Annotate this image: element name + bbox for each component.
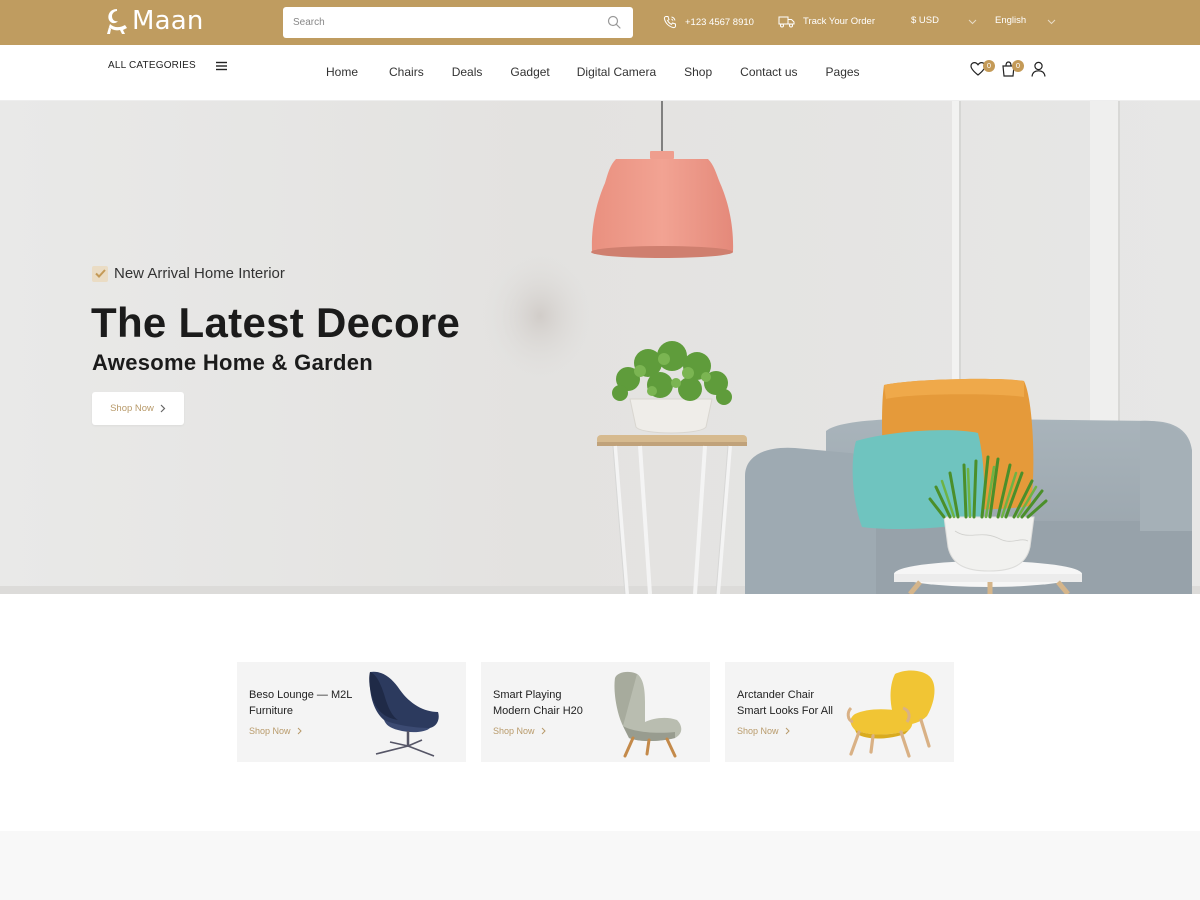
hero-image — [0, 101, 1200, 594]
promo-card[interactable]: Arctander Chair Smart Looks For All Shop… — [725, 662, 954, 762]
search-box — [283, 7, 633, 38]
brand-logo[interactable]: Maan — [104, 6, 204, 36]
nav-item-contact[interactable]: Contact us — [740, 65, 797, 79]
hero-banner: New Arrival Home Interior The Latest Dec… — [0, 101, 1200, 594]
nav-item-digital-camera[interactable]: Digital Camera — [577, 65, 656, 79]
cart-count-badge: 0 — [1012, 60, 1024, 72]
menu-icon[interactable] — [216, 61, 227, 71]
main-nav: ALL CATEGORIES Home Chairs Deals Gadget … — [0, 45, 1200, 101]
nav-item-gadget[interactable]: Gadget — [510, 65, 549, 79]
chevron-down-icon[interactable] — [1047, 19, 1056, 25]
hero-subtitle: Awesome Home & Garden — [92, 350, 373, 375]
promo-card[interactable]: Beso Lounge — M2L Furniture Shop Now — [237, 662, 466, 762]
search-input[interactable] — [283, 7, 593, 38]
promo-shop-now-link[interactable]: Shop Now — [493, 726, 546, 736]
check-icon — [92, 265, 108, 282]
hero-title: The Latest Decore — [91, 299, 461, 346]
search-icon[interactable] — [607, 15, 621, 29]
promo-shop-now-link[interactable]: Shop Now — [249, 726, 302, 736]
all-categories-button[interactable]: ALL CATEGORIES — [108, 60, 196, 71]
phone-contact[interactable]: +123 4567 8910 — [663, 15, 754, 29]
chevron-right-icon — [785, 727, 790, 735]
track-order-link[interactable]: Track Your Order — [778, 15, 875, 28]
hero-tagline: New Arrival Home Interior — [92, 265, 285, 282]
language-value: English — [995, 15, 1027, 26]
track-order-label: Track Your Order — [803, 16, 875, 27]
brand-name: Maan — [132, 6, 204, 36]
wishlist-count-badge: 0 — [983, 60, 995, 72]
top-bar: Maan +123 4567 8910 Track Your Order $ U… — [0, 0, 1200, 45]
user-icon[interactable] — [1031, 61, 1046, 77]
nav-item-deals[interactable]: Deals — [452, 65, 483, 79]
promo-card-title: Arctander Chair Smart Looks For All — [737, 689, 833, 717]
chevron-right-icon — [297, 727, 302, 735]
currency-select[interactable]: $ USD — [911, 15, 939, 26]
phone-number: +123 4567 8910 — [685, 16, 754, 28]
chevron-down-icon[interactable] — [968, 19, 977, 25]
nav-item-pages[interactable]: Pages — [826, 65, 860, 79]
hero-tagline-text: New Arrival Home Interior — [114, 265, 285, 282]
nav-menu: Home Chairs Deals Gadget Digital Camera … — [326, 65, 860, 79]
chevron-right-icon — [160, 404, 166, 413]
promo-card-title: Beso Lounge — M2L Furniture — [249, 689, 353, 717]
phone-icon — [663, 16, 676, 29]
nav-item-shop[interactable]: Shop — [684, 65, 712, 79]
maan-logo-icon — [107, 9, 127, 34]
chevron-right-icon — [541, 727, 546, 735]
promo-shop-now-link[interactable]: Shop Now — [737, 726, 790, 736]
nav-item-home[interactable]: Home — [326, 65, 358, 79]
hero-shop-now-button[interactable]: Shop Now — [92, 392, 184, 425]
next-section — [0, 831, 1200, 900]
nav-item-chairs[interactable]: Chairs — [389, 65, 424, 79]
promo-card-title: Smart Playing Modern Chair H20 — [493, 689, 583, 717]
wingback-chair-image — [614, 671, 682, 758]
arctander-chair-image — [846, 670, 935, 758]
currency-value: $ USD — [911, 15, 939, 26]
language-select[interactable]: English — [995, 15, 1026, 26]
hero-shop-now-label: Shop Now — [110, 403, 154, 414]
lounge-chair-image — [369, 671, 439, 757]
promo-card[interactable]: Smart Playing Modern Chair H20 Shop Now — [481, 662, 710, 762]
truck-icon — [778, 16, 795, 28]
